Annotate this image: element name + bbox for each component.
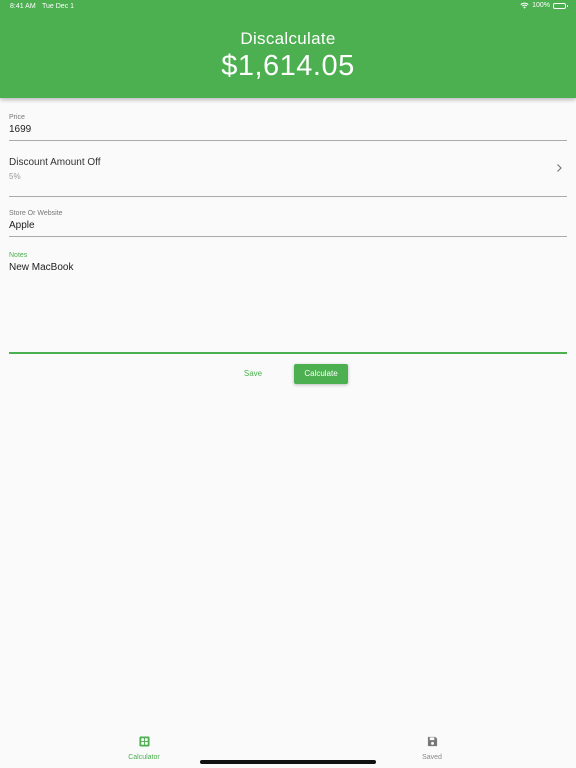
tab-saved[interactable]: Saved: [402, 734, 462, 761]
home-indicator: [200, 760, 376, 764]
discount-title: Discount Amount Off: [9, 157, 101, 168]
battery-percent: 100%: [532, 2, 550, 9]
tab-calculator[interactable]: Calculator: [114, 734, 174, 761]
calculate-button[interactable]: Calculate: [294, 364, 348, 384]
notes-field[interactable]: Notes New MacBook: [9, 252, 567, 352]
price-label: Price: [9, 114, 25, 121]
discount-value: 5%: [9, 172, 21, 181]
store-label: Store Or Website: [9, 210, 63, 217]
app-title: Discalculate: [240, 29, 336, 48]
store-underline: [9, 236, 567, 237]
status-time: 8:41 AM: [10, 3, 36, 10]
discount-row[interactable]: Discount Amount Off 5%: [9, 157, 567, 197]
status-bar: 8:41 AM Tue Dec 1 100%: [0, 0, 576, 14]
status-right: 100%: [520, 2, 568, 9]
notes-underline: [9, 352, 567, 354]
discount-underline: [9, 196, 567, 197]
tab-saved-label: Saved: [422, 754, 442, 761]
save-button[interactable]: Save: [236, 367, 270, 381]
chevron-right-icon: [557, 164, 562, 172]
store-value[interactable]: Apple: [9, 220, 567, 231]
price-field[interactable]: Price 1699: [9, 114, 567, 135]
notes-label: Notes: [9, 252, 28, 259]
status-date: Tue Dec 1: [42, 3, 75, 10]
calculator-icon: [138, 736, 150, 747]
wifi-icon: [520, 2, 529, 9]
price-value[interactable]: 1699: [9, 124, 567, 135]
result-amount: $1,614.05: [221, 50, 355, 82]
save-icon: [427, 736, 437, 747]
battery-icon: [553, 2, 568, 9]
tab-calculator-label: Calculator: [128, 754, 160, 761]
app-header: 8:41 AM Tue Dec 1 100% Discalculate $1,6…: [0, 0, 576, 98]
price-underline: [9, 140, 567, 141]
store-field[interactable]: Store Or Website Apple: [9, 210, 567, 231]
notes-value[interactable]: New MacBook: [9, 262, 567, 273]
